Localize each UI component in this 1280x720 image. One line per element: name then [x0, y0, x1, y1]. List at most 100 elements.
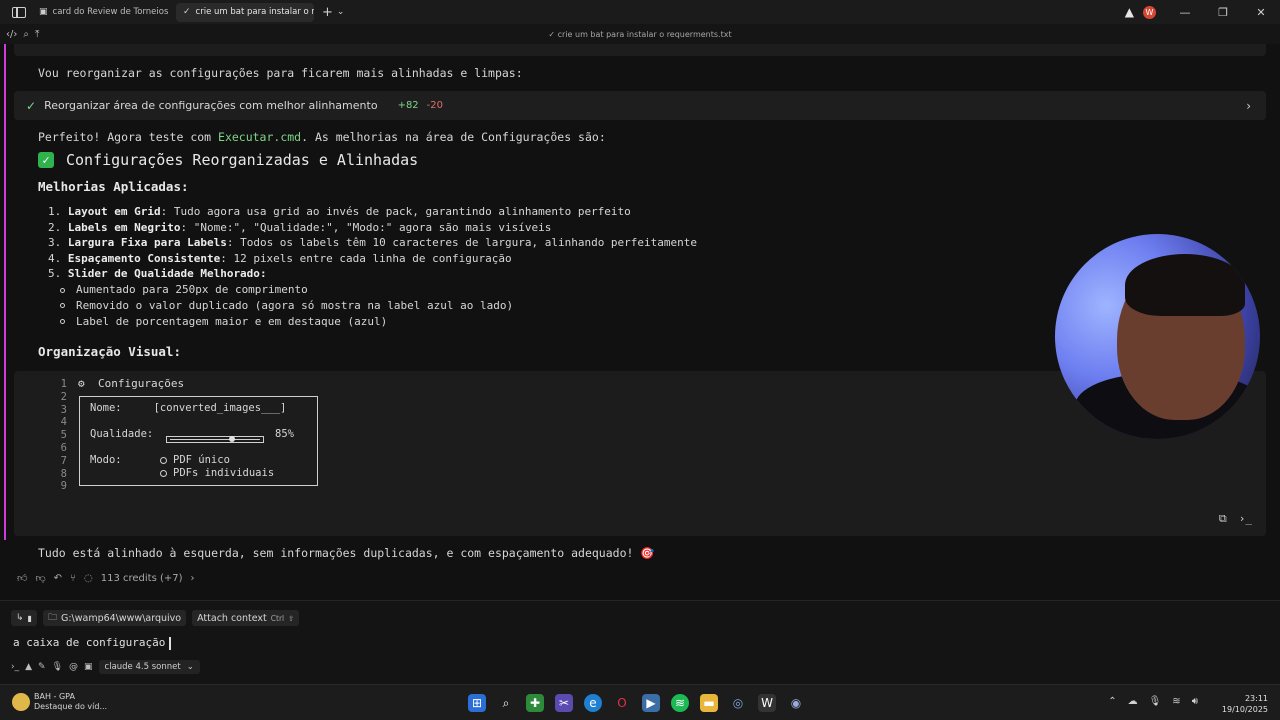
system-tray: ⌃ ☁ 🎙︎ ≋ 🔊︎	[1108, 696, 1198, 707]
attach-label: Attach context	[197, 612, 267, 624]
maximize-button[interactable]: ❐	[1204, 6, 1242, 19]
app-logo-icon: ▲	[1124, 5, 1134, 19]
agent-icon[interactable]: ▲	[25, 662, 32, 672]
mode-toggle[interactable]: ↳ ▮	[11, 610, 37, 626]
path-chip[interactable]: 🗀︎ G:\wamp64\www\arquivo	[42, 610, 187, 626]
close-window-button[interactable]: ✕	[1242, 6, 1280, 19]
attach-context-button[interactable]: Attach context Ctrl ⇧	[192, 610, 300, 626]
search-icon[interactable]: ⌕	[497, 694, 515, 712]
copy-icon[interactable]: ⧉	[1219, 512, 1227, 526]
result-suffix: . As melhorias na área de Configurações …	[301, 130, 606, 144]
closing-text: Tudo está alinhado à esquerda, sem infor…	[38, 546, 655, 560]
item-text: : Tudo agora usa grid ao invés de pack, …	[160, 205, 631, 218]
result-text: Perfeito! Agora teste com Executar.cmd. …	[38, 130, 606, 144]
taskbar-apps: ⊞ ⌕ ✚ ✂ e O ▶ ≋ ▬ ◎ W ◉	[468, 694, 805, 712]
list-item: 3. Largura Fixa para Labels: Todos os la…	[48, 235, 697, 251]
tab-label: card do Review de Torneios	[52, 7, 169, 17]
list-item: 2. Labels em Negrito: "Nome:", "Qualidad…	[48, 220, 697, 236]
thumbs-up-icon[interactable]: 👍︎	[17, 572, 27, 584]
mic-icon[interactable]: 🎙︎	[1149, 696, 1162, 707]
mic-icon[interactable]: 🎙︎	[52, 662, 63, 672]
branch-icon[interactable]: ⑂	[70, 573, 76, 584]
minimize-button[interactable]: —	[1166, 6, 1204, 19]
quality-slider	[166, 436, 264, 443]
chevron-up-icon[interactable]: ⌃	[1108, 696, 1116, 707]
line-numbers: 1 2 3 4 5 6 7 8 9	[47, 378, 67, 493]
thumbs-down-icon[interactable]: 👎︎	[35, 572, 45, 584]
change-label: Reorganizar área de configurações com me…	[44, 99, 378, 112]
folder-icon: 🗀︎	[47, 613, 57, 623]
list-item: 5. Slider de Qualidade Melhorado:	[48, 266, 697, 282]
list-item: Label de porcentagem maior e em destaque…	[60, 314, 513, 330]
terminal-icon[interactable]: ›_	[11, 662, 19, 672]
list-item: 4. Espaçamento Consistente: 12 pixels en…	[48, 251, 697, 267]
line-number: 6	[60, 441, 67, 454]
item-bold: Largura Fixa para Labels	[67, 236, 227, 250]
subitem-text: Label de porcentagem maior e em destaque…	[76, 314, 388, 328]
image-icon[interactable]: ▣	[84, 662, 93, 672]
shortcut-hint: ⇧	[288, 613, 295, 623]
modo-label: Modo:	[90, 454, 122, 466]
snipping-icon[interactable]: ✂	[555, 694, 573, 712]
change-card[interactable]: ✓ Reorganizar área de configurações com …	[14, 91, 1266, 120]
improvements-title: Melhorias Aplicadas:	[38, 179, 189, 194]
edge-icon[interactable]: e	[584, 694, 602, 712]
wifi-icon[interactable]: ≋	[1172, 696, 1180, 707]
bullet-icon	[60, 303, 65, 309]
sidebar-toggle-icon[interactable]	[12, 6, 26, 18]
warp-icon[interactable]: W	[758, 694, 776, 712]
webcam-hair	[1125, 254, 1245, 316]
config-box: Nome: [converted_images___] Qualidade: 85…	[79, 396, 318, 486]
clock-time: 23:11	[1244, 694, 1268, 703]
qualidade-row: Qualidade:	[90, 428, 153, 440]
tab-review-torneios[interactable]: ▣ card do Review de Torneios	[32, 3, 170, 22]
item-text: : "Nome:", "Qualidade:", "Modo:" agora s…	[180, 220, 552, 234]
code-actions: ⧉ ›_	[1219, 512, 1252, 526]
nome-label: Nome:	[90, 402, 122, 414]
path-text: G:\wamp64\www\arquivo	[60, 612, 182, 624]
model-label: claude 4.5 sonnet	[104, 662, 181, 672]
option-label: PDFs individuais	[173, 467, 275, 479]
opera-icon[interactable]: O	[613, 694, 631, 712]
clock[interactable]: 23:11 19/10/2025	[1222, 693, 1268, 715]
credits-label: 113 credits (+7)	[100, 572, 183, 584]
xbox-icon[interactable]: ✚	[526, 694, 544, 712]
option-pdfs-individuais: PDFs individuais	[160, 467, 274, 479]
tab-dropdown-button[interactable]: ⌄	[337, 6, 345, 19]
list-item: Aumentado para 250px de comprimento	[60, 282, 513, 298]
news-widget[interactable]: BAH - GPA Destaque do víd...	[12, 692, 107, 712]
list-item: 1. Layout em Grid: Tudo agora usa grid a…	[48, 204, 697, 220]
spinner-icon: ◌	[84, 572, 93, 584]
terminal-icon[interactable]: ›_	[1239, 512, 1252, 526]
browser-icon[interactable]: ◎	[729, 694, 747, 712]
item-number: 3.	[48, 236, 62, 250]
edit-icon[interactable]: ✎	[38, 662, 46, 672]
undo-icon[interactable]: ↶	[54, 573, 62, 584]
model-selector[interactable]: claude 4.5 sonnet ⌄	[98, 660, 200, 674]
modo-row: Modo:	[90, 454, 122, 466]
nome-row: Nome: [converted_images___]	[90, 402, 286, 414]
app-icon[interactable]: ◉	[787, 694, 805, 712]
visual-title: Organização Visual:	[38, 344, 181, 359]
chevron-right-icon[interactable]: ›	[191, 573, 195, 584]
option-label: PDF único	[173, 454, 230, 466]
user-avatar[interactable]: W	[1143, 5, 1156, 19]
radio-icon	[160, 469, 167, 477]
prompt-input[interactable]: a caixa de configuração	[13, 636, 171, 650]
at-icon[interactable]: @	[69, 662, 78, 672]
widget-title: BAH - GPA	[34, 692, 75, 701]
item-bold: Slider de Qualidade Melhorado	[67, 267, 260, 281]
spotify-icon[interactable]: ≋	[671, 694, 689, 712]
app-icon[interactable]: ▶	[642, 694, 660, 712]
tab-label: crie um bat para instalar o req	[195, 7, 314, 17]
tab-bat-requirements[interactable]: ✓ crie um bat para instalar o req	[176, 2, 314, 22]
new-tab-button[interactable]: +	[322, 6, 333, 19]
message-feedback: 👍︎ 👎︎ ↶ ⑂ ◌ 113 credits (+7) ›	[17, 572, 195, 585]
item-number: 5.	[48, 267, 62, 281]
volume-icon[interactable]: 🔊︎	[1192, 696, 1198, 707]
folder-icon[interactable]: ▬	[700, 694, 718, 712]
quality-percent: 85%	[275, 428, 294, 440]
chevron-right-icon[interactable]: ›	[1246, 99, 1251, 113]
start-icon[interactable]: ⊞	[468, 694, 486, 712]
cloud-icon[interactable]: ☁	[1128, 696, 1138, 707]
